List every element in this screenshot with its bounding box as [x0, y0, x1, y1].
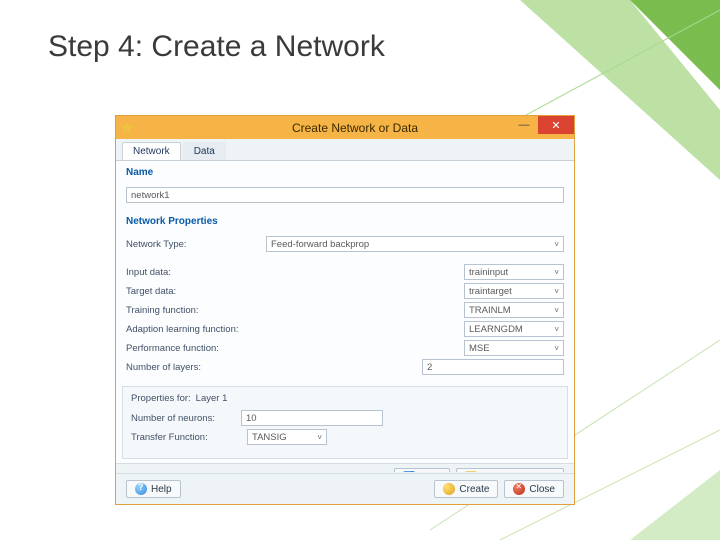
- target-data-label: Target data:: [126, 286, 266, 297]
- close-window-button[interactable]: ✕: [538, 116, 574, 134]
- input-data-label: Input data:: [126, 267, 266, 278]
- properties-for-select[interactable]: Layer 1: [196, 393, 228, 404]
- target-data-select[interactable]: traintarget: [464, 283, 564, 299]
- view-icon: [403, 471, 415, 472]
- adaption-function-select[interactable]: LEARNGDM: [464, 321, 564, 337]
- view-button[interactable]: View: [394, 468, 450, 472]
- input-data-select[interactable]: traininput: [464, 264, 564, 280]
- app-icon: [120, 121, 134, 135]
- help-icon: [135, 483, 147, 495]
- props-section-label: Network Properties: [116, 210, 574, 229]
- number-of-layers-input[interactable]: [422, 359, 564, 375]
- close-button[interactable]: Close: [504, 480, 564, 498]
- create-button[interactable]: Create: [434, 480, 498, 498]
- network-type-label: Network Type:: [126, 239, 266, 250]
- close-icon: [513, 483, 525, 495]
- content-area: Name Network Properties Network Type: Fe…: [116, 161, 574, 472]
- tab-network[interactable]: Network: [122, 142, 181, 160]
- number-of-neurons-label: Number of neurons:: [131, 413, 241, 424]
- training-function-label: Training function:: [126, 305, 266, 316]
- name-section-label: Name: [116, 161, 574, 180]
- layer-properties-panel: Properties for: Layer 1 Number of neuron…: [122, 386, 568, 459]
- slide-title: Step 4: Create a Network: [48, 30, 385, 64]
- tabs: Network Data: [116, 139, 574, 161]
- restore-defaults-button[interactable]: Restore Defaults: [456, 468, 564, 472]
- network-type-select[interactable]: Feed-forward backprop: [266, 236, 564, 252]
- number-of-layers-label: Number of layers:: [126, 362, 266, 373]
- tab-data[interactable]: Data: [183, 142, 226, 160]
- properties-for-label: Properties for:: [131, 393, 191, 404]
- minimize-button[interactable]: —: [510, 116, 538, 134]
- create-icon: [443, 483, 455, 495]
- performance-function-label: Performance function:: [126, 343, 266, 354]
- window-title: Create Network or Data: [140, 121, 570, 135]
- transfer-function-select[interactable]: TANSIG: [247, 429, 327, 445]
- titlebar[interactable]: Create Network or Data — ✕: [116, 116, 574, 139]
- create-network-window: Create Network or Data — ✕ Network Data …: [115, 115, 575, 505]
- restore-icon: [465, 471, 477, 472]
- adaption-function-label: Adaption learning function:: [126, 324, 266, 335]
- help-button[interactable]: Help: [126, 480, 181, 498]
- performance-function-select[interactable]: MSE: [464, 340, 564, 356]
- view-restore-row: View Restore Defaults: [116, 463, 574, 472]
- transfer-function-label: Transfer Function:: [131, 432, 241, 443]
- footer-button-row: Help Create Close: [116, 473, 574, 504]
- number-of-neurons-input[interactable]: [241, 410, 383, 426]
- training-function-select[interactable]: TRAINLM: [464, 302, 564, 318]
- network-name-input[interactable]: [126, 187, 564, 203]
